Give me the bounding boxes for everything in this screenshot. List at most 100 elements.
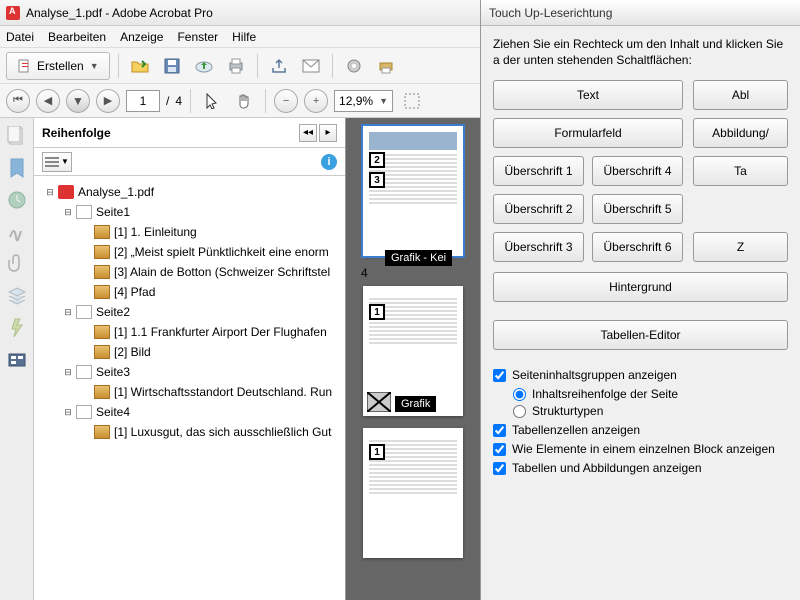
- attachments-icon[interactable]: [7, 254, 27, 274]
- bookmarks-icon[interactable]: [7, 158, 27, 178]
- print-button[interactable]: [223, 53, 249, 79]
- box-icon: [94, 425, 110, 439]
- chk-content-groups[interactable]: [493, 369, 506, 382]
- create-button[interactable]: Erstellen ▼: [6, 52, 110, 80]
- action-icon[interactable]: [7, 318, 27, 338]
- panel-options-button[interactable]: ▼: [42, 152, 72, 172]
- save-button[interactable]: [159, 53, 185, 79]
- tree-page[interactable]: Seite4: [96, 405, 130, 419]
- text-button[interactable]: Text: [493, 80, 683, 110]
- figure-button[interactable]: Abl: [693, 80, 788, 110]
- formfield-button[interactable]: Formularfeld: [493, 118, 683, 148]
- zoom-combo[interactable]: 12,9% ▼: [334, 90, 393, 112]
- page-number-input[interactable]: [126, 90, 160, 112]
- tree-page[interactable]: Seite2: [96, 305, 130, 319]
- layers-icon[interactable]: [7, 286, 27, 306]
- share-button[interactable]: [266, 53, 292, 79]
- tree-item[interactable]: [1] Luxusgut, das sich ausschließlich Gu…: [114, 425, 331, 439]
- box-icon: [94, 265, 110, 279]
- clock-icon[interactable]: [7, 190, 27, 210]
- menu-datei[interactable]: Datei: [6, 30, 34, 44]
- menu-fenster[interactable]: Fenster: [177, 30, 218, 44]
- chk-label: Tabellen und Abbildungen anzeigen: [512, 461, 702, 475]
- menu-bearbeiten[interactable]: Bearbeiten: [48, 30, 106, 44]
- radio-content-order[interactable]: [513, 388, 526, 401]
- thumbnails-pane[interactable]: 2 3 4 Grafik - Kei 1 2 Grafik 1: [346, 118, 480, 600]
- dropdown-icon: ▼: [379, 96, 388, 106]
- tree-item[interactable]: [2] Bild: [114, 345, 151, 359]
- h6-button[interactable]: Überschrift 6: [592, 232, 683, 262]
- hand-icon: [236, 93, 252, 109]
- page-icon: [76, 305, 92, 319]
- chk-table-cells[interactable]: [493, 424, 506, 437]
- tree-item[interactable]: [2] „Meist spielt Pünktlichkeit eine eno…: [114, 245, 329, 259]
- chk-label: Wie Elemente in einem einzelnen Block an…: [512, 442, 775, 456]
- zoom-out-button[interactable]: −: [274, 89, 298, 113]
- menu-anzeige[interactable]: Anzeige: [120, 30, 163, 44]
- nav-rail: [0, 118, 34, 600]
- panel-next-button[interactable]: ▸: [319, 124, 337, 142]
- h3-button[interactable]: Überschrift 3: [493, 232, 584, 262]
- prev-page-button[interactable]: ◀: [36, 89, 60, 113]
- tree-item[interactable]: [1] Wirtschaftsstandort Deutschland. Run: [114, 385, 332, 399]
- panel-prev-button[interactable]: ◂◂: [299, 124, 317, 142]
- touchup-title: Touch Up-Leserichtung: [481, 0, 800, 26]
- radio-structure-types[interactable]: [513, 405, 526, 418]
- overlay-num: 1: [369, 304, 385, 320]
- first-page-button[interactable]: ⏮: [6, 89, 30, 113]
- tree-root[interactable]: Analyse_1.pdf: [78, 185, 154, 199]
- table-editor-button[interactable]: Tabellen-Editor: [493, 320, 788, 350]
- toolbar-nav: ⏮ ◀ ▼ ▶ / 4 − + 12,9% ▼: [0, 84, 480, 118]
- chk-tables-figures[interactable]: [493, 462, 506, 475]
- chk-single-block[interactable]: [493, 443, 506, 456]
- background-button[interactable]: Hintergrund: [493, 272, 788, 302]
- h5-button[interactable]: Überschrift 5: [592, 194, 683, 224]
- page-total: 4: [175, 94, 182, 108]
- dropdown-icon: ▼: [90, 61, 99, 71]
- tags-icon[interactable]: [7, 350, 27, 370]
- cloud-button[interactable]: [191, 53, 217, 79]
- figure-caption-button[interactable]: Abbildung/: [693, 118, 788, 148]
- chk-label: Seiteninhaltsgruppen anzeigen: [512, 368, 677, 382]
- zoom-in-button[interactable]: +: [304, 89, 328, 113]
- thumbnail-page1[interactable]: 2 3: [363, 126, 463, 256]
- tree-item[interactable]: [1] 1.1 Frankfurter Airport Der Flughafe…: [114, 325, 327, 339]
- titlebar: Analyse_1.pdf - Adobe Acrobat Pro: [0, 0, 480, 26]
- table-button[interactable]: Ta: [693, 156, 788, 186]
- pages-icon[interactable]: [7, 126, 27, 146]
- box-icon: [94, 225, 110, 239]
- tree-item[interactable]: [1] 1. Einleitung: [114, 225, 197, 239]
- menu-hilfe[interactable]: Hilfe: [232, 30, 256, 44]
- box-icon: [94, 245, 110, 259]
- h1-button[interactable]: Überschrift 1: [493, 156, 584, 186]
- tree-page[interactable]: Seite3: [96, 365, 130, 379]
- tree-page[interactable]: Seite1: [96, 205, 130, 219]
- create-label: Erstellen: [37, 59, 84, 73]
- zoom-value: 12,9%: [339, 94, 373, 108]
- last-page-button[interactable]: ▶: [96, 89, 120, 113]
- hand-tool-button[interactable]: [231, 88, 257, 114]
- order-panel: Reihenfolge ◂◂ ▸ ▼ i ⊟Analyse_1.pdf ⊟Sei…: [34, 118, 346, 600]
- select-tool-button[interactable]: [199, 88, 225, 114]
- touchup-instruction: Ziehen Sie ein Rechteck um den Inhalt un…: [493, 36, 788, 68]
- h2-button[interactable]: Überschrift 2: [493, 194, 584, 224]
- tree-item[interactable]: [4] Pfad: [114, 285, 155, 299]
- open-button[interactable]: [127, 53, 153, 79]
- thumbnail-page2[interactable]: 1 2 Grafik: [363, 286, 463, 416]
- thumbnail-page3[interactable]: 1: [363, 428, 463, 558]
- email-button[interactable]: [298, 53, 324, 79]
- pdf-icon: [58, 185, 74, 199]
- toolbar-main: Erstellen ▼: [0, 48, 480, 84]
- info-icon[interactable]: i: [321, 154, 337, 170]
- tree-item[interactable]: [3] Alain de Botton (Schweizer Schriftst…: [114, 265, 330, 279]
- signatures-icon[interactable]: [7, 222, 27, 242]
- cell2-button[interactable]: Z: [693, 232, 788, 262]
- h4-button[interactable]: Überschrift 4: [592, 156, 683, 186]
- next-page-button[interactable]: ▼: [66, 89, 90, 113]
- quickprint-button[interactable]: [373, 53, 399, 79]
- settings-button[interactable]: [341, 53, 367, 79]
- page-sep: /: [166, 94, 169, 108]
- overlay-num: 4: [361, 266, 368, 280]
- order-tree[interactable]: ⊟Analyse_1.pdf ⊟Seite1 [1] 1. Einleitung…: [34, 176, 345, 600]
- marquee-zoom-button[interactable]: [399, 88, 425, 114]
